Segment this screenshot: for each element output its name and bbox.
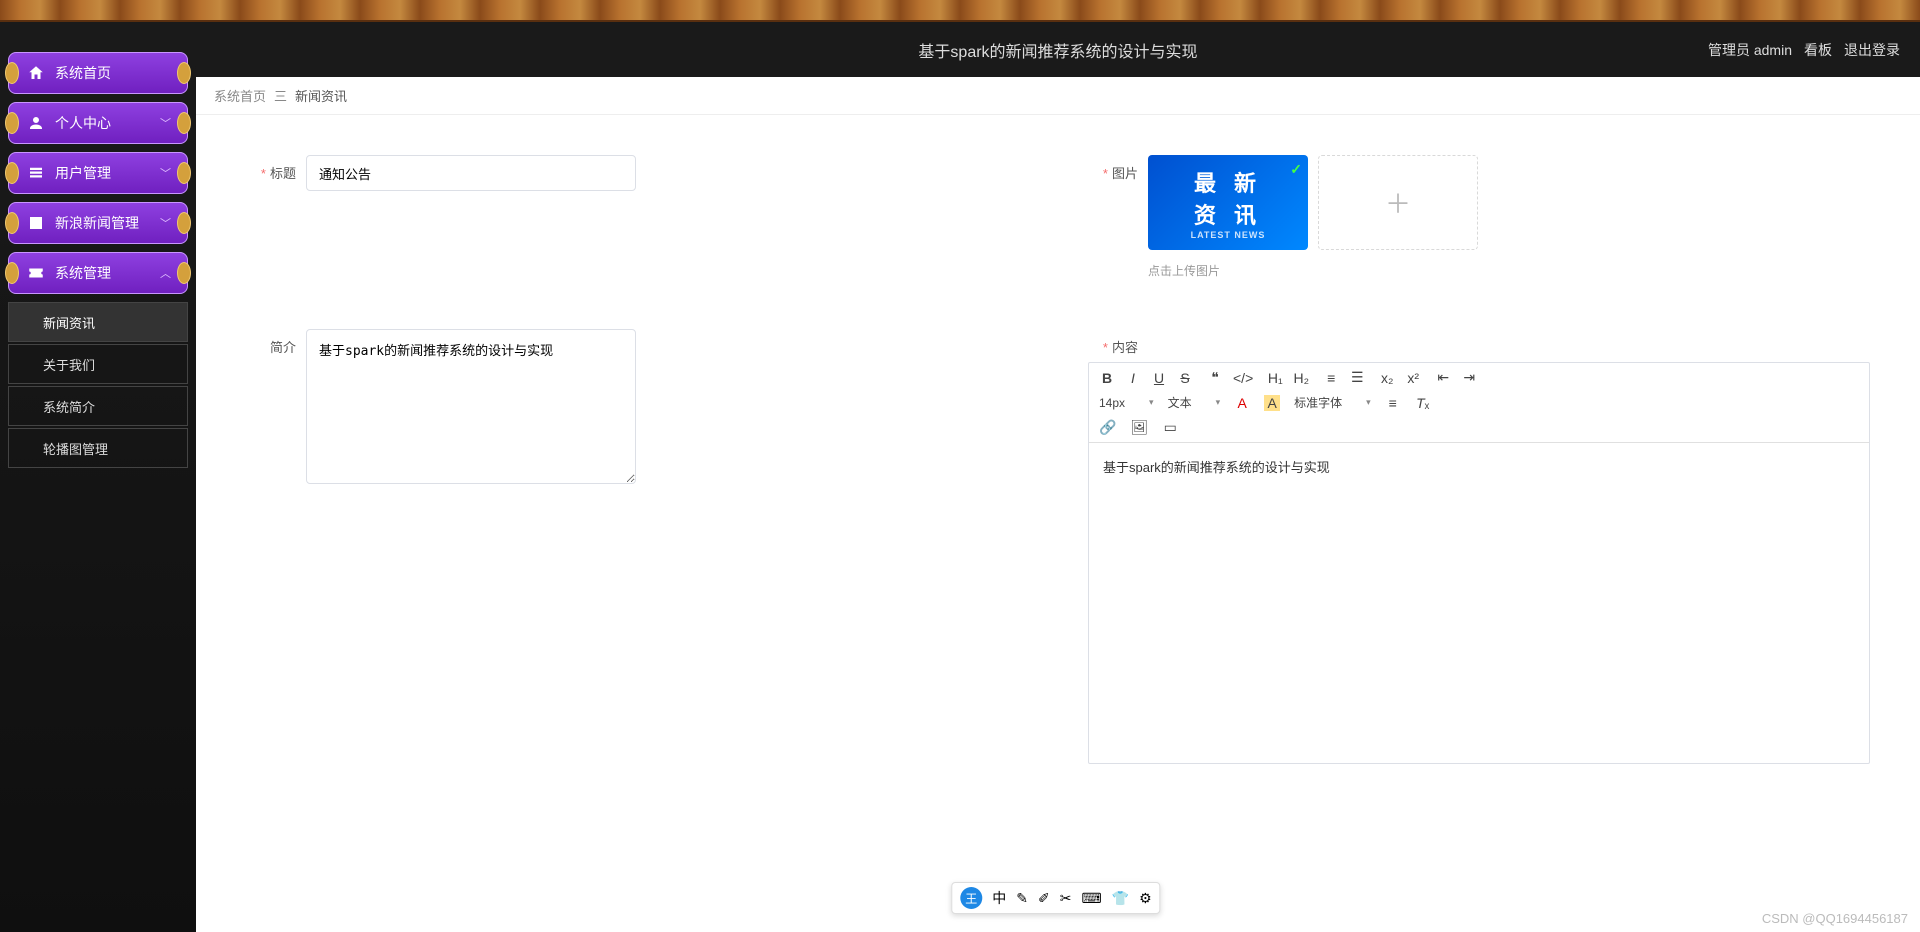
ime-badge-icon[interactable]: 王 xyxy=(960,887,982,909)
title-label: 标题 xyxy=(246,155,306,182)
chevron-up-icon: ︿ xyxy=(160,265,171,281)
style-select[interactable]: 文本 xyxy=(1168,394,1221,411)
ime-edit-icon[interactable]: ✐ xyxy=(1038,890,1050,907)
outdent-icon[interactable]: ⇥ xyxy=(1461,369,1477,386)
submenu-label: 系统简介 xyxy=(43,397,95,416)
ime-mode[interactable]: 中 xyxy=(992,888,1006,908)
image-icon[interactable]: 🖼 xyxy=(1130,419,1148,436)
h2-icon[interactable]: H₂ xyxy=(1293,370,1309,386)
nav-home[interactable]: 系统首页 xyxy=(8,52,188,94)
thumb-text-1: 最 新 xyxy=(1194,166,1262,198)
h1-icon[interactable]: H₁ xyxy=(1267,370,1283,386)
ime-toolbar[interactable]: 王 中 ✎ ✐ ✂ ⌨ 👕 ⚙ xyxy=(951,882,1160,914)
submenu-about[interactable]: 关于我们 xyxy=(8,344,188,384)
page-title: 基于spark的新闻推荐系统的设计与实现 xyxy=(918,38,1197,62)
decorative-top-bar xyxy=(0,0,1920,22)
clear-format-icon[interactable]: Tₓ xyxy=(1415,395,1431,411)
content-label: 内容 xyxy=(1088,329,1148,356)
upload-hint: 点击上传图片 xyxy=(1148,262,1478,279)
users-icon xyxy=(27,164,45,182)
font-color-icon[interactable]: A xyxy=(1234,395,1250,411)
thumb-subtext: LATEST NEWS xyxy=(1191,230,1266,240)
chevron-down-icon: ﹀ xyxy=(160,115,171,131)
indent-icon[interactable]: ⇤ xyxy=(1435,369,1451,386)
plus-icon: ＋ xyxy=(1385,184,1411,221)
nav-users[interactable]: 用户管理 ﹀ xyxy=(8,152,188,194)
chevron-down-icon: ﹀ xyxy=(160,215,171,231)
submenu-news[interactable]: 新闻资讯 xyxy=(8,302,188,342)
ime-tool-icon[interactable]: ✎ xyxy=(1016,890,1028,907)
quote-icon[interactable]: ❝ xyxy=(1207,369,1223,386)
breadcrumb-current: 新闻资讯 xyxy=(295,86,347,105)
ime-keyboard-icon[interactable]: ⌨ xyxy=(1081,890,1101,907)
ul-icon[interactable]: ☰ xyxy=(1349,369,1365,386)
highlight-icon[interactable]: A xyxy=(1264,395,1280,411)
board-link[interactable]: 看板 xyxy=(1804,40,1832,60)
check-icon: ✓ xyxy=(1290,161,1302,178)
home-icon xyxy=(27,64,45,82)
editor-toolbar: B I U S ❝ </> H₁ H₂ ≡ ☰ xyxy=(1089,363,1869,443)
submenu-label: 新闻资讯 xyxy=(43,313,95,332)
header-right: 管理员 admin 看板 退出登录 xyxy=(1708,40,1900,60)
chevron-down-icon: ﹀ xyxy=(160,165,171,181)
summary-label: 简介 xyxy=(246,329,306,356)
code-icon[interactable]: </> xyxy=(1233,370,1253,386)
underline-icon[interactable]: U xyxy=(1151,370,1167,386)
nav-label: 系统管理 xyxy=(55,263,111,283)
video-icon[interactable]: ▭ xyxy=(1162,419,1178,436)
sidebar: 系统首页 个人中心 ﹀ 用户管理 ﹀ 新浪新闻管理 ﹀ 系统管理 ︿ 新闻资讯 … xyxy=(0,22,196,932)
submenu: 新闻资讯 关于我们 系统简介 轮播图管理 xyxy=(8,302,188,468)
ol-icon[interactable]: ≡ xyxy=(1323,370,1339,386)
title-input[interactable] xyxy=(306,155,636,191)
submenu-label: 轮播图管理 xyxy=(43,439,108,458)
ime-settings-icon[interactable]: ⚙ xyxy=(1139,890,1152,907)
nav-sina-news[interactable]: 新浪新闻管理 ﹀ xyxy=(8,202,188,244)
link-icon[interactable]: 🔗 xyxy=(1099,419,1116,436)
image-thumbnail[interactable]: ✓ 最 新 资 讯 LATEST NEWS xyxy=(1148,155,1308,250)
summary-textarea[interactable] xyxy=(306,329,636,484)
nav-label: 系统首页 xyxy=(55,63,111,83)
main-content: 标题 图片 ✓ 最 新 资 讯 LATEST NEWS ＋ xyxy=(196,115,1920,932)
nav-profile[interactable]: 个人中心 ﹀ xyxy=(8,102,188,144)
news-icon xyxy=(27,214,45,232)
logout-link[interactable]: 退出登录 xyxy=(1844,40,1900,60)
breadcrumb-sep: 三 xyxy=(274,86,287,105)
nav-label: 用户管理 xyxy=(55,163,111,183)
header: 基于spark的新闻推荐系统的设计与实现 管理员 admin 看板 退出登录 xyxy=(196,22,1920,77)
submenu-label: 关于我们 xyxy=(43,355,95,374)
nav-system[interactable]: 系统管理 ︿ xyxy=(8,252,188,294)
submenu-intro[interactable]: 系统简介 xyxy=(8,386,188,426)
italic-icon[interactable]: I xyxy=(1125,370,1141,386)
upload-button[interactable]: ＋ xyxy=(1318,155,1478,250)
watermark: CSDN @QQ1694456187 xyxy=(1762,911,1908,926)
thumb-text-2: 资 讯 xyxy=(1194,198,1262,230)
superscript-icon[interactable]: x² xyxy=(1405,370,1421,386)
nav-label: 新浪新闻管理 xyxy=(55,213,139,233)
admin-label[interactable]: 管理员 admin xyxy=(1708,40,1792,60)
user-icon xyxy=(27,114,45,132)
ime-skin-icon[interactable]: 👕 xyxy=(1112,890,1129,907)
image-label: 图片 xyxy=(1088,155,1148,182)
submenu-carousel[interactable]: 轮播图管理 xyxy=(8,428,188,468)
ime-cut-icon[interactable]: ✂ xyxy=(1060,890,1072,907)
bold-icon[interactable]: B xyxy=(1099,370,1115,386)
font-family-select[interactable]: 标准字体 xyxy=(1294,394,1371,411)
align-icon[interactable]: ≡ xyxy=(1385,395,1401,411)
rich-editor: B I U S ❝ </> H₁ H₂ ≡ ☰ xyxy=(1088,362,1870,764)
editor-body[interactable]: 基于spark的新闻推荐系统的设计与实现 xyxy=(1089,443,1869,763)
nav-label: 个人中心 xyxy=(55,113,111,133)
strike-icon[interactable]: S xyxy=(1177,370,1193,386)
font-size-select[interactable]: 14px xyxy=(1099,396,1154,410)
breadcrumb: 系统首页 三 新闻资讯 xyxy=(196,77,1920,115)
ticket-icon xyxy=(27,264,45,282)
subscript-icon[interactable]: x₂ xyxy=(1379,370,1395,386)
breadcrumb-home[interactable]: 系统首页 xyxy=(214,86,266,105)
